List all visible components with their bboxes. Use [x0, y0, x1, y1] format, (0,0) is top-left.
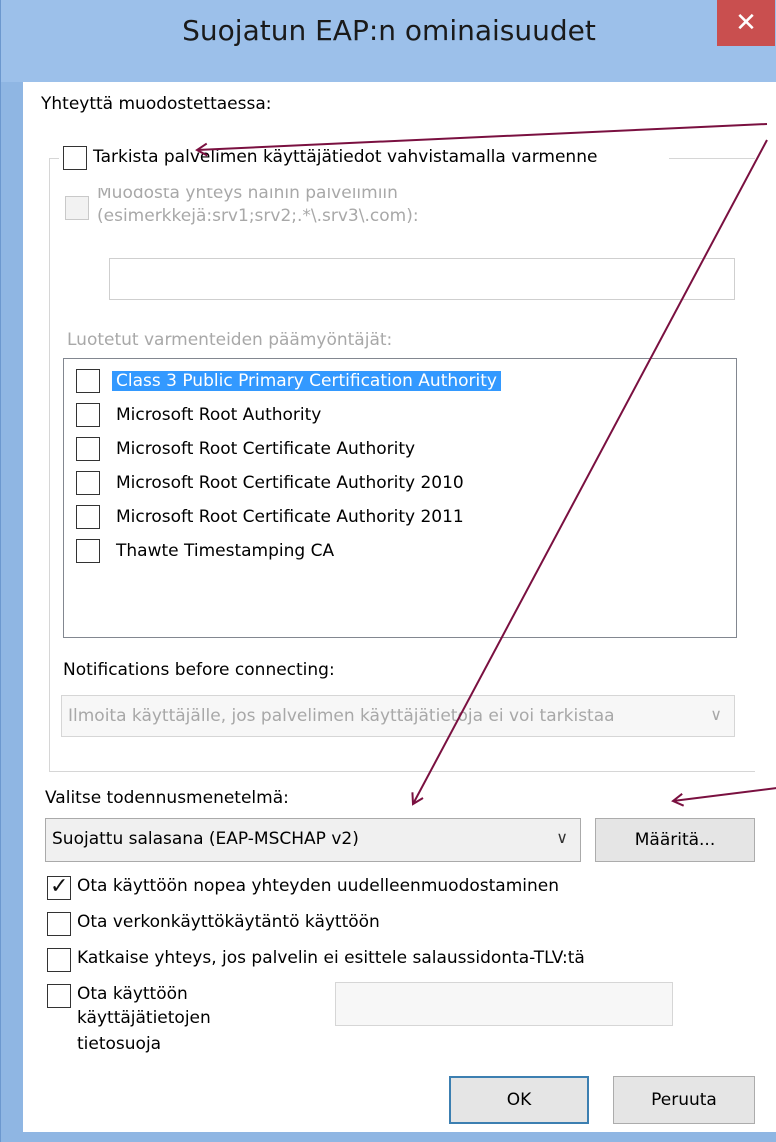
close-icon: ✕ [735, 8, 757, 38]
auth-method-value: Suojattu salasana (EAP-MSCHAP v2) [52, 829, 359, 849]
ca-label: Microsoft Root Certificate Authority 201… [116, 473, 464, 493]
list-item[interactable]: Class 3 Public Primary Certification Aut… [76, 367, 726, 397]
ca-checkbox[interactable] [76, 539, 100, 563]
trusted-ca-heading: Luotetut varmenteiden päämyöntäjät: [67, 330, 393, 350]
chevron-down-icon: ∨ [710, 705, 722, 724]
list-item[interactable]: Thawte Timestamping CA [76, 537, 726, 567]
list-item[interactable]: Microsoft Root Certificate Authority [76, 435, 726, 465]
identity-privacy-checkbox[interactable] [47, 984, 71, 1008]
ca-label: Microsoft Root Certificate Authority [116, 439, 416, 459]
verify-cert-checkbox[interactable] [63, 146, 87, 170]
auth-method-heading: Valitse todennusmenetelmä: [45, 788, 289, 808]
ca-checkbox[interactable] [76, 437, 100, 461]
verify-cert-label: Tarkista palvelimen käyttäjätiedot vahvi… [93, 147, 598, 167]
disconnect-tlv-label: Katkaise yhteys, jos palvelin ei esittel… [77, 948, 585, 968]
cancel-button[interactable]: Peruuta [613, 1076, 755, 1124]
list-item[interactable]: Microsoft Root Certificate Authority 201… [76, 503, 726, 533]
identity-privacy-input[interactable] [335, 982, 673, 1026]
notifications-heading: Notifications before connecting: [63, 660, 335, 680]
identity-privacy-label-3: tietosuoja [77, 1034, 162, 1054]
identity-privacy-label-1: Ota käyttöön [77, 984, 188, 1004]
connect-servers-example: (esimerkkejä:srv1;srv2;.*\.srv3\.com): [97, 206, 419, 226]
list-item[interactable]: Microsoft Root Authority [76, 401, 726, 431]
window-title: Suojatun EAP:n ominaisuudet [182, 14, 596, 47]
auth-method-select[interactable]: Suojattu salasana (EAP-MSCHAP v2) ∨ [45, 818, 581, 862]
dialog-window: Suojatun EAP:n ominaisuudet ✕ Yhteyttä m… [0, 0, 776, 1142]
ok-button[interactable]: OK [449, 1076, 589, 1124]
notifications-value: Ilmoita käyttäjälle, jos palvelimen käyt… [68, 706, 615, 726]
ca-label: Thawte Timestamping CA [116, 541, 335, 561]
window-bottom-border [1, 1132, 776, 1142]
ca-label: Class 3 Public Primary Certification Aut… [112, 371, 501, 391]
close-button[interactable]: ✕ [717, 0, 775, 46]
ca-checkbox[interactable] [76, 369, 100, 393]
disconnect-tlv-checkbox[interactable] [47, 948, 71, 972]
ca-checkbox[interactable] [76, 471, 100, 495]
list-item[interactable]: Microsoft Root Certificate Authority 201… [76, 469, 726, 499]
network-access-policy-checkbox[interactable] [47, 912, 71, 936]
trusted-ca-list[interactable]: Class 3 Public Primary Certification Aut… [63, 358, 737, 638]
ca-label: Microsoft Root Certificate Authority 201… [116, 507, 464, 527]
fast-reconnect-checkbox[interactable] [47, 874, 71, 900]
servers-input[interactable] [109, 258, 735, 300]
identity-privacy-label-2: käyttäjätietojen [77, 1008, 211, 1028]
verify-cert-option[interactable]: Tarkista palvelimen käyttäjätiedot vahvi… [59, 144, 669, 174]
connect-servers-label: Muodosta yhteys näihin palvelimiin [97, 188, 398, 203]
fast-reconnect-label: Ota käyttöön nopea yhteyden uudelleenmuo… [77, 876, 559, 896]
configure-button[interactable]: Määritä... [595, 818, 755, 862]
chevron-down-icon: ∨ [556, 828, 568, 847]
ca-label: Microsoft Root Authority [116, 405, 322, 425]
network-access-policy-label: Ota verkonkäyttökäytäntö käyttöön [77, 912, 380, 932]
title-bar: Suojatun EAP:n ominaisuudet ✕ [1, 0, 776, 82]
ca-checkbox[interactable] [76, 403, 100, 427]
notifications-select[interactable]: Ilmoita käyttäjälle, jos palvelimen käyt… [61, 695, 735, 737]
ca-checkbox[interactable] [76, 505, 100, 529]
connect-servers-checkbox[interactable] [65, 196, 89, 220]
connecting-heading: Yhteyttä muodostettaessa: [41, 94, 272, 114]
